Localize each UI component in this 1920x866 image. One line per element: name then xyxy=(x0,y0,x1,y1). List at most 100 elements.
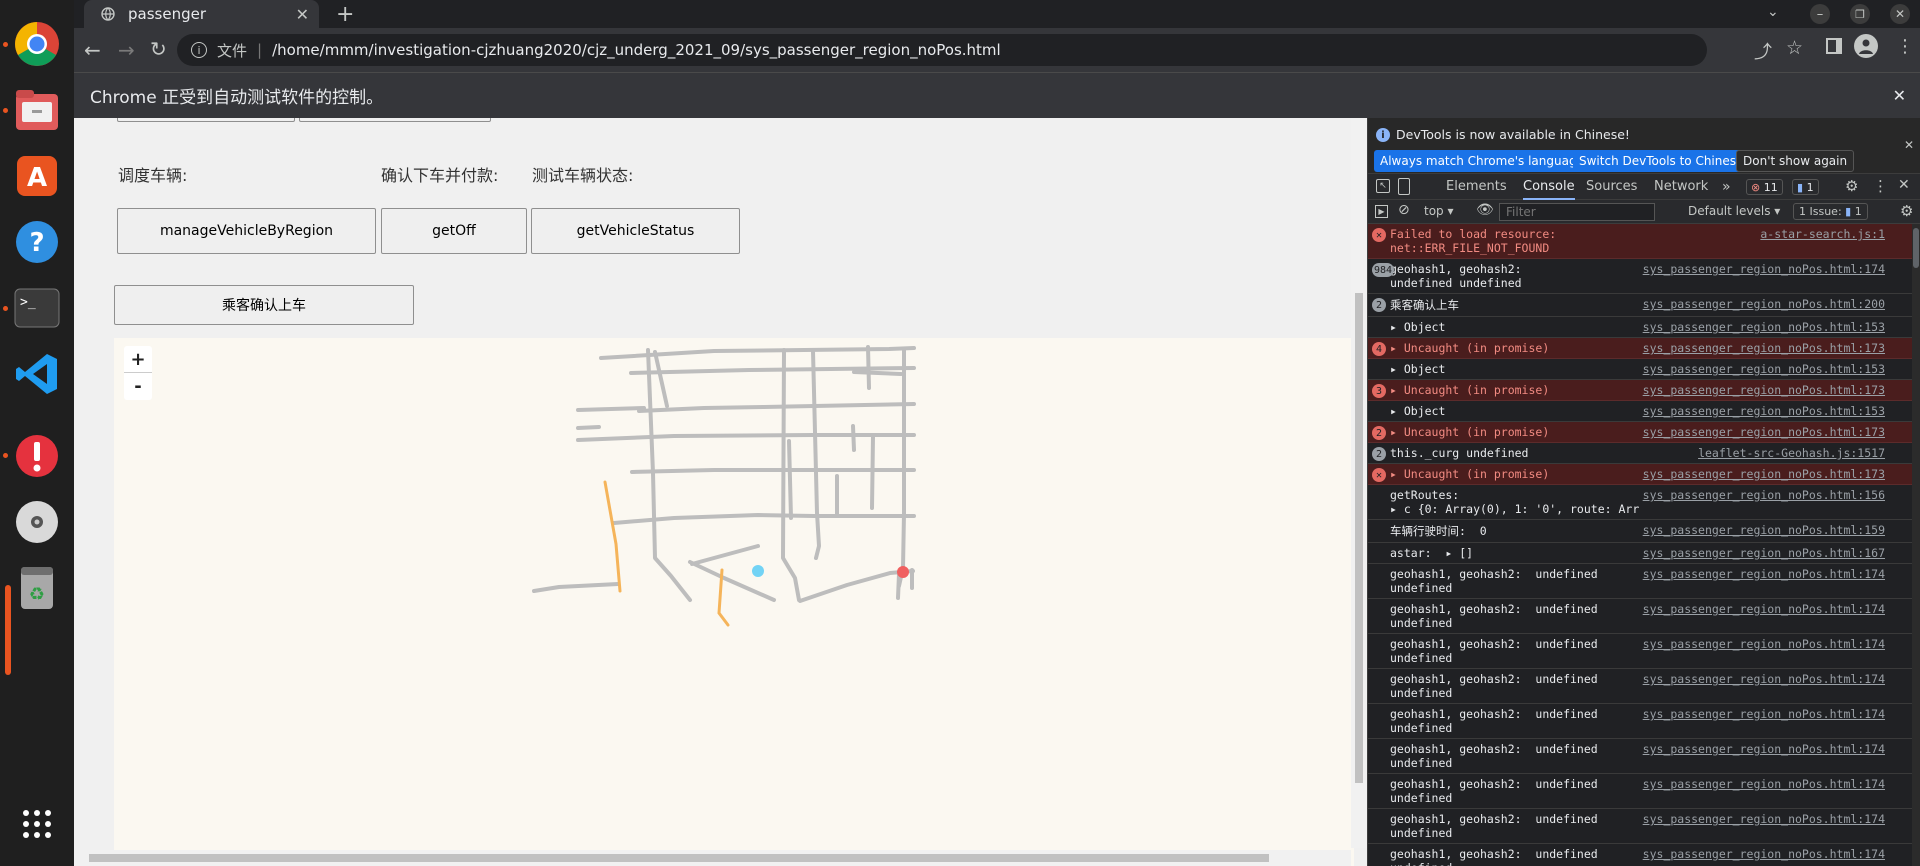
console-source-link[interactable]: sys_passenger_region_noPos.html:174 xyxy=(1643,777,1885,791)
help-icon[interactable]: ? xyxy=(9,214,65,270)
clear-console-icon[interactable]: ⊘ xyxy=(1398,202,1410,218)
chrome-icon[interactable] xyxy=(9,16,65,72)
tab-console[interactable]: Console xyxy=(1523,174,1575,200)
top-button-cutoff-1[interactable] xyxy=(117,118,295,122)
close-infobar-icon[interactable]: ✕ xyxy=(1893,86,1906,105)
bookmark-star-icon[interactable]: ☆ xyxy=(1786,37,1803,59)
console-log-row[interactable]: 车辆行驶时间: 0 sys_passenger_region_noPos.html… xyxy=(1368,520,1913,543)
devtools-menu-icon[interactable]: ⋮ xyxy=(1873,177,1888,195)
console-log-row[interactable]: geohash1, geohash2: undefined undefined s… xyxy=(1368,564,1913,599)
console-log-row[interactable]: ▸ Object sys_passenger_region_noPos.html:… xyxy=(1368,359,1913,380)
console-log-row[interactable]: geohash1, geohash2: undefined undefined s… xyxy=(1368,669,1913,704)
message-counter[interactable]: ▮ 1 xyxy=(1792,179,1819,195)
manage-vehicle-button[interactable]: manageVehicleByRegion xyxy=(117,208,376,254)
match-language-button[interactable]: Always match Chrome's language xyxy=(1374,150,1590,172)
console-source-link[interactable]: sys_passenger_region_noPos.html:174 xyxy=(1643,262,1885,276)
console-source-link[interactable]: sys_passenger_region_noPos.html:153 xyxy=(1643,404,1885,418)
console-source-link[interactable]: sys_passenger_region_noPos.html:174 xyxy=(1643,742,1885,756)
console-error-row[interactable]: 3 ▸ Uncaught (in promise) sys_passenger_re… xyxy=(1368,380,1913,401)
console-source-link[interactable]: sys_passenger_region_noPos.html:174 xyxy=(1643,847,1885,861)
console-log-row[interactable]: geohash1, geohash2: undefined undefined s… xyxy=(1368,809,1913,844)
browser-tab[interactable]: passenger ✕ xyxy=(84,0,319,28)
close-devtools-icon[interactable]: ✕ xyxy=(1898,177,1910,193)
console-error-row[interactable]: 2 ▸ Uncaught (in promise) sys_passenger_re… xyxy=(1368,422,1913,443)
inspect-icon[interactable]: ↖ xyxy=(1376,179,1390,193)
console-source-link[interactable]: sys_passenger_region_noPos.html:173 xyxy=(1643,341,1885,355)
confirm-boarding-button[interactable]: 乘客确认上车 xyxy=(114,285,414,325)
page-horizontal-scrollbar[interactable] xyxy=(74,850,1351,866)
share-icon[interactable]: ⤴ xyxy=(1754,38,1772,64)
console-source-link[interactable]: sys_passenger_region_noPos.html:174 xyxy=(1643,707,1885,721)
console-error-row[interactable]: ✕ Failed to load resource: net::ERR_FILE_… xyxy=(1368,224,1913,259)
restore-icon[interactable]: ❐ xyxy=(1850,4,1870,24)
terminal-icon[interactable]: >_ xyxy=(9,280,65,336)
top-button-cutoff-2[interactable] xyxy=(299,118,491,122)
trash-icon[interactable]: ♻ xyxy=(9,560,65,616)
vscode-icon[interactable] xyxy=(9,346,65,402)
profile-avatar[interactable] xyxy=(1854,34,1878,58)
console-scroll-thumb[interactable] xyxy=(1913,228,1919,268)
tab-network[interactable]: Network xyxy=(1654,174,1708,200)
show-apps-icon[interactable] xyxy=(9,796,65,852)
dont-show-again-button[interactable]: Don't show again xyxy=(1736,150,1855,172)
address-bar[interactable]: i 文件 | /home/mmm/investigation-cjzhuang2… xyxy=(177,34,1707,66)
page-vertical-scrollbar[interactable] xyxy=(1351,118,1367,848)
settings-gear-icon[interactable]: ⚙ xyxy=(1845,177,1858,195)
console-source-link[interactable]: sys_passenger_region_noPos.html:153 xyxy=(1643,320,1885,334)
vertical-scroll-thumb[interactable] xyxy=(1355,293,1363,783)
console-log-row[interactable]: geohash1, geohash2: undefined undefined s… xyxy=(1368,739,1913,774)
console-error-row[interactable]: ✕ ▸ Uncaught (in promise) sys_passenger_re… xyxy=(1368,464,1913,485)
console-source-link[interactable]: sys_passenger_region_noPos.html:173 xyxy=(1643,425,1885,439)
console-log-row[interactable]: geohash1, geohash2: undefined undefined s… xyxy=(1368,774,1913,809)
log-levels-dropdown[interactable]: Default levels ▾ xyxy=(1688,204,1780,218)
console-log-row[interactable]: 2 this._curg undefined leaflet-src-Geohash… xyxy=(1368,443,1913,464)
console-source-link[interactable]: sys_passenger_region_noPos.html:174 xyxy=(1643,567,1885,581)
info-icon[interactable]: i xyxy=(191,42,207,58)
console-source-link[interactable]: sys_passenger_region_noPos.html:173 xyxy=(1643,383,1885,397)
console-filter-input[interactable] xyxy=(1499,203,1655,221)
tab-sources[interactable]: Sources xyxy=(1586,174,1637,200)
console-source-link[interactable]: sys_passenger_region_noPos.html:174 xyxy=(1643,637,1885,651)
console-log-row[interactable]: geohash1, geohash2: undefined undefined s… xyxy=(1368,844,1913,866)
tab-search-icon[interactable]: ⌄ xyxy=(1767,4,1779,20)
getoff-button[interactable]: getOff xyxy=(381,208,527,254)
menu-kebab-icon[interactable]: ⋮ xyxy=(1896,36,1914,57)
console-log-row[interactable]: 2 乘客确认上车 sys_passenger_region_noPos.html:2… xyxy=(1368,294,1913,317)
more-tabs-icon[interactable]: » xyxy=(1722,174,1731,200)
console-log-row[interactable]: ▸ Object sys_passenger_region_noPos.html:… xyxy=(1368,401,1913,422)
reload-icon[interactable]: ↻ xyxy=(150,37,167,61)
sidebar-toggle-icon[interactable]: ▶ xyxy=(1375,205,1388,218)
context-selector[interactable]: top ▾ xyxy=(1424,204,1454,218)
console-source-link[interactable]: leaflet-src-Geohash.js:1517 xyxy=(1698,446,1885,460)
url-text[interactable]: /home/mmm/investigation-cjzhuang2020/cjz… xyxy=(272,41,1001,59)
software-center-icon[interactable]: A xyxy=(9,148,65,204)
issues-button[interactable]: 1 Issue: ▮ 1 xyxy=(1793,203,1868,220)
console-settings-icon[interactable]: ⚙ xyxy=(1900,202,1913,220)
disc-icon[interactable] xyxy=(9,494,65,550)
close-tab-icon[interactable]: ✕ xyxy=(296,5,309,24)
console-log-row[interactable]: getRoutes: ▸ c {0: Array(0), 1: '0', rou… xyxy=(1368,485,1913,520)
console-error-row[interactable]: 4 ▸ Uncaught (in promise) sys_passenger_re… xyxy=(1368,338,1913,359)
close-window-icon[interactable]: ✕ xyxy=(1890,4,1910,24)
horizontal-scroll-thumb[interactable] xyxy=(89,854,1269,862)
console-log-row[interactable]: geohash1, geohash2: undefined undefined s… xyxy=(1368,704,1913,739)
switch-chinese-button[interactable]: Switch DevTools to Chinese xyxy=(1573,150,1750,172)
files-icon[interactable] xyxy=(9,82,65,138)
console-source-link[interactable]: sys_passenger_region_noPos.html:153 xyxy=(1643,362,1885,376)
console-log-row[interactable]: geohash1, geohash2: undefined undefined s… xyxy=(1368,599,1913,634)
forward-icon[interactable]: → xyxy=(118,38,135,62)
console-source-link[interactable]: sys_passenger_region_noPos.html:174 xyxy=(1643,672,1885,686)
console-source-link[interactable]: sys_passenger_region_noPos.html:200 xyxy=(1643,297,1885,311)
console-source-link[interactable]: sys_passenger_region_noPos.html:156 xyxy=(1643,488,1885,502)
console-log-row[interactable]: geohash1, geohash2: undefined undefined s… xyxy=(1368,634,1913,669)
new-tab-icon[interactable]: + xyxy=(336,2,354,27)
tab-elements[interactable]: Elements xyxy=(1446,174,1507,200)
live-expression-eye-icon[interactable]: 👁 xyxy=(1476,202,1494,218)
close-banner-icon[interactable]: ✕ xyxy=(1904,138,1914,152)
console-scrollbar[interactable] xyxy=(1912,224,1920,866)
side-panel-icon[interactable] xyxy=(1826,38,1842,54)
console-source-link[interactable]: a-star-search.js:1 xyxy=(1760,227,1885,241)
console-source-link[interactable]: sys_passenger_region_noPos.html:159 xyxy=(1643,523,1885,537)
alert-icon[interactable] xyxy=(9,428,65,484)
console-source-link[interactable]: sys_passenger_region_noPos.html:174 xyxy=(1643,812,1885,826)
